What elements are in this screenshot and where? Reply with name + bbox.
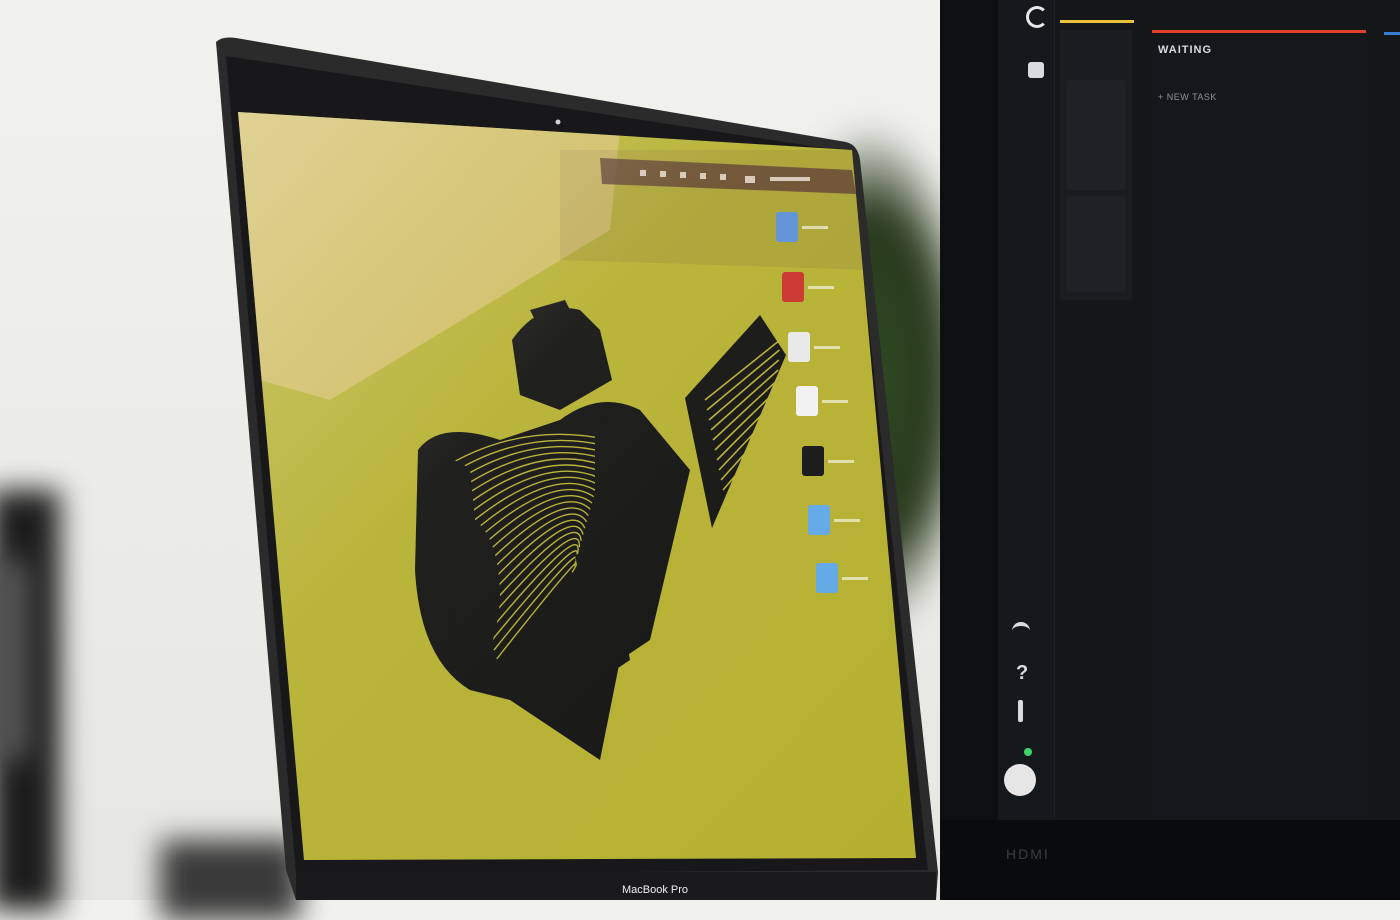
avatar[interactable] [1004,764,1036,796]
grid-icon[interactable] [1028,62,1044,78]
laptop-camera [555,119,561,125]
monitor-brand-label: HDMI [1006,846,1050,862]
screen-glare [238,112,916,860]
card-one[interactable] [1066,80,1126,190]
monitor-app-sidebar: ? [998,0,1055,820]
online-indicator [1024,748,1032,756]
column-header-left-accent [1060,20,1134,23]
info-icon[interactable] [1018,700,1023,722]
card-two[interactable] [1066,196,1126,292]
help-icon[interactable]: ? [1016,662,1028,685]
monitor-screen: WAITING + NEW TASK [998,0,1400,820]
column-header-waiting-accent [1152,30,1366,33]
wifi-icon[interactable] [1012,622,1030,640]
column-title-waiting: WAITING [1158,44,1213,56]
logo-icon[interactable] [1026,6,1048,28]
column-waiting [1152,36,1366,816]
new-task-button[interactable]: + NEW TASK [1158,92,1217,102]
laptop-model-label: MacBook Pro [621,884,689,896]
column-header-right-accent [1384,32,1400,35]
